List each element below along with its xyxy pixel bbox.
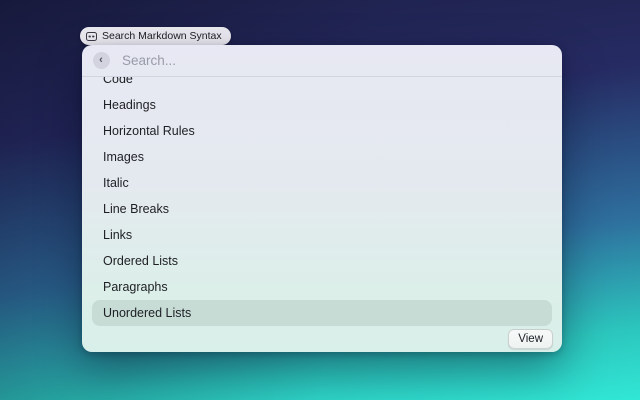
back-button[interactable]: ‹ — [93, 52, 110, 69]
list-item[interactable]: Headings — [92, 92, 552, 118]
list-item[interactable]: Code — [92, 77, 552, 92]
list-item[interactable]: Links — [92, 222, 552, 248]
list-item-label: Paragraphs — [103, 280, 168, 294]
list-item[interactable]: Line Breaks — [92, 196, 552, 222]
command-key-icon — [86, 32, 97, 41]
list-item-label: Links — [103, 228, 132, 242]
list-item-label: Images — [103, 150, 144, 164]
list-item[interactable]: Ordered Lists — [92, 248, 552, 274]
list-item-label: Ordered Lists — [103, 254, 178, 268]
list-item[interactable]: Italic — [92, 170, 552, 196]
view-button[interactable]: View — [508, 329, 553, 349]
list-item[interactable]: Unordered Lists — [92, 300, 552, 326]
list-item-label: Unordered Lists — [103, 306, 191, 320]
list-item-label: Italic — [103, 176, 129, 190]
desktop-background: { "background": { "gradient_top": "#1d20… — [0, 0, 640, 400]
list-item-label: Line Breaks — [103, 202, 169, 216]
launcher-pill[interactable]: Search Markdown Syntax — [80, 27, 231, 45]
search-input[interactable] — [122, 53, 550, 68]
list-item-label: Code — [103, 77, 133, 86]
list-item-label: Headings — [103, 98, 156, 112]
list-item[interactable]: Horizontal Rules — [92, 118, 552, 144]
syntax-list: Code Headings Horizontal Rules Images It… — [82, 77, 562, 326]
search-bar: ‹ — [82, 45, 562, 77]
list-item[interactable]: Images — [92, 144, 552, 170]
action-bar: View — [82, 326, 562, 352]
search-palette-window: ‹ Code Headings Horizontal Rules Images … — [82, 45, 562, 352]
list-item[interactable]: Paragraphs — [92, 274, 552, 300]
list-item-label: Horizontal Rules — [103, 124, 195, 138]
chevron-left-icon: ‹ — [99, 55, 103, 66]
launcher-pill-label: Search Markdown Syntax — [102, 30, 222, 42]
